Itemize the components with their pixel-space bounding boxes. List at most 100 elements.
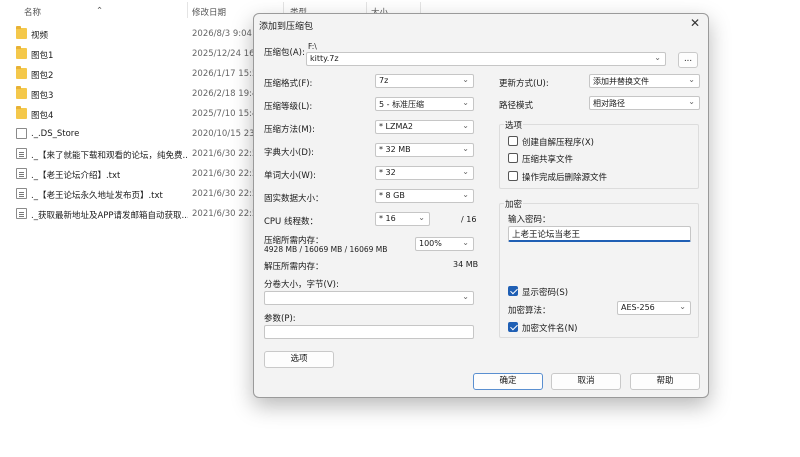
- pathmode-label: 路径模式: [499, 101, 534, 111]
- archive-path: F:\: [308, 42, 317, 51]
- show-password-checkbox[interactable]: [508, 286, 518, 296]
- update-value: 添加并替换文件: [593, 77, 649, 86]
- help-button[interactable]: 帮助: [630, 373, 700, 390]
- encryption-method-label: 加密算法：: [508, 306, 551, 316]
- dict-select[interactable]: * 32 MB ⌄: [375, 143, 474, 157]
- chevron-down-icon: ⌄: [462, 144, 469, 153]
- delete-source-checkbox[interactable]: [508, 171, 518, 181]
- mem-percent-value: 100%: [419, 239, 442, 248]
- cancel-button[interactable]: 取消: [551, 373, 621, 390]
- sort-up-icon: ⌃: [96, 6, 104, 16]
- file-name: ._.DS_Store: [31, 129, 80, 139]
- password-value: 上老王论坛当老王: [512, 230, 581, 240]
- file-date: 2026/8/3 9:04: [192, 29, 252, 39]
- level-select[interactable]: 5 - 标准压缩 ⌄: [375, 97, 474, 111]
- split-combo[interactable]: ⌄: [264, 291, 474, 305]
- pathmode-value: 相对路径: [593, 99, 625, 108]
- level-label: 压缩等级(L):: [264, 102, 313, 112]
- folder-icon: [16, 26, 27, 39]
- solid-label: 固实数据大小：: [264, 194, 324, 204]
- file-name: 图包2: [31, 71, 54, 81]
- chevron-down-icon: ⌄: [462, 292, 469, 301]
- folder-icon: [16, 66, 27, 79]
- file-name: ._【老王论坛永久地址发布页】.txt: [31, 191, 163, 201]
- chevron-down-icon: ⌄: [462, 121, 469, 130]
- add-to-archive-dialog: 添加到压缩包 ✕ 压缩包(A): F:\ kitty.7z ⌄ ... 压缩格式…: [253, 13, 709, 398]
- mem-decompress-value: 34 MB: [453, 260, 479, 269]
- shared-label[interactable]: 压缩共享文件: [522, 153, 573, 165]
- column-name-header[interactable]: 名称: [24, 6, 41, 18]
- chevron-down-icon: ⌄: [688, 75, 695, 84]
- pathmode-select[interactable]: 相对路径 ⌄: [589, 96, 700, 110]
- mem-percent-select[interactable]: 100% ⌄: [415, 237, 474, 251]
- file-date: 2026/1/17 15:55: [192, 69, 254, 79]
- file-date: 2026/2/18 19:45: [192, 89, 254, 99]
- options-group: 选项 创建自解压程序(X) 压缩共享文件 操作完成后删除源文件: [499, 119, 699, 189]
- params-label: 参数(P):: [264, 314, 296, 324]
- file-name: 视频: [31, 31, 49, 41]
- cpu-select[interactable]: * 16 ⌄: [375, 212, 430, 226]
- encryption-group-title: 加密: [504, 198, 524, 210]
- sfx-checkbox[interactable]: [508, 136, 518, 146]
- password-input[interactable]: 上老王论坛当老王: [508, 226, 691, 242]
- chevron-down-icon: ⌄: [462, 238, 469, 247]
- dialog-title: 添加到压缩包: [259, 22, 314, 32]
- folder-icon: [16, 86, 27, 99]
- sfx-label[interactable]: 创建自解压程序(X): [522, 136, 594, 148]
- cpu-value: * 16: [379, 214, 396, 223]
- ok-button[interactable]: 确定: [473, 373, 543, 390]
- file-date: 2025/7/10 15:47: [192, 109, 254, 119]
- chevron-down-icon: ⌄: [679, 302, 686, 311]
- file-name: 图包3: [31, 91, 54, 101]
- file-name: ._获取最新地址及APP请发邮箱自动获取....: [31, 211, 188, 221]
- dict-value: * 32 MB: [379, 145, 411, 154]
- update-label: 更新方式(U):: [499, 79, 549, 89]
- show-password-label[interactable]: 显示密码(S): [522, 286, 568, 298]
- method-select[interactable]: * LZMA2 ⌄: [375, 120, 474, 134]
- word-value: * 32: [379, 168, 396, 177]
- format-label: 压缩格式(F):: [264, 79, 313, 89]
- browse-button[interactable]: ...: [678, 52, 698, 68]
- chevron-down-icon: ⌄: [462, 98, 469, 107]
- chevron-down-icon: ⌄: [462, 167, 469, 176]
- text-file-icon: [16, 208, 27, 219]
- file-date: 2021/6/30 22:54: [192, 149, 254, 159]
- encryption-group: 加密 输入密码： 上老王论坛当老王 显示密码(S) 加密算法： AES-256 …: [499, 198, 699, 338]
- encryption-method-select[interactable]: AES-256 ⌄: [617, 301, 691, 315]
- word-select[interactable]: * 32 ⌄: [375, 166, 474, 180]
- archive-label: 压缩包(A):: [264, 48, 305, 58]
- archive-name-combo[interactable]: kitty.7z ⌄: [306, 52, 666, 66]
- format-value: 7z: [379, 76, 389, 85]
- password-label: 输入密码：: [508, 215, 551, 225]
- folder-icon: [16, 106, 27, 119]
- chevron-down-icon: ⌄: [688, 97, 695, 106]
- solid-select[interactable]: * 8 GB ⌄: [375, 189, 474, 203]
- chevron-down-icon: ⌄: [462, 75, 469, 84]
- file-name: ._【老王论坛介绍】.txt: [31, 171, 121, 181]
- cpu-total: / 16: [461, 215, 477, 224]
- chevron-down-icon: ⌄: [418, 213, 425, 222]
- update-select[interactable]: 添加并替换文件 ⌄: [589, 74, 700, 88]
- mem-compress-detail: 4928 MB / 16069 MB / 16069 MB: [264, 245, 388, 254]
- cpu-label: CPU 线程数：: [264, 217, 318, 227]
- shared-checkbox[interactable]: [508, 153, 518, 163]
- encrypt-names-checkbox[interactable]: [508, 322, 518, 332]
- chevron-down-icon: ⌄: [654, 53, 661, 62]
- split-label: 分卷大小，字节(V):: [264, 280, 339, 290]
- column-divider[interactable]: [187, 2, 188, 18]
- encrypt-names-label[interactable]: 加密文件名(N): [522, 322, 578, 334]
- file-date: 2025/12/24 16:: [192, 49, 254, 59]
- folder-icon: [16, 46, 27, 59]
- file-icon: [16, 128, 27, 139]
- delete-source-label[interactable]: 操作完成后删除源文件: [522, 171, 607, 183]
- params-input[interactable]: [264, 325, 474, 339]
- file-date: 2021/6/30 22:53: [192, 169, 254, 179]
- options-button[interactable]: 选项: [264, 351, 334, 368]
- format-select[interactable]: 7z ⌄: [375, 74, 474, 88]
- encryption-method-value: AES-256: [621, 303, 655, 312]
- close-icon[interactable]: ✕: [690, 16, 700, 30]
- column-modified-header[interactable]: 修改日期: [192, 6, 226, 18]
- options-group-title: 选项: [504, 119, 524, 131]
- mem-decompress-label: 解压所需内存：: [264, 262, 324, 272]
- solid-value: * 8 GB: [379, 191, 405, 200]
